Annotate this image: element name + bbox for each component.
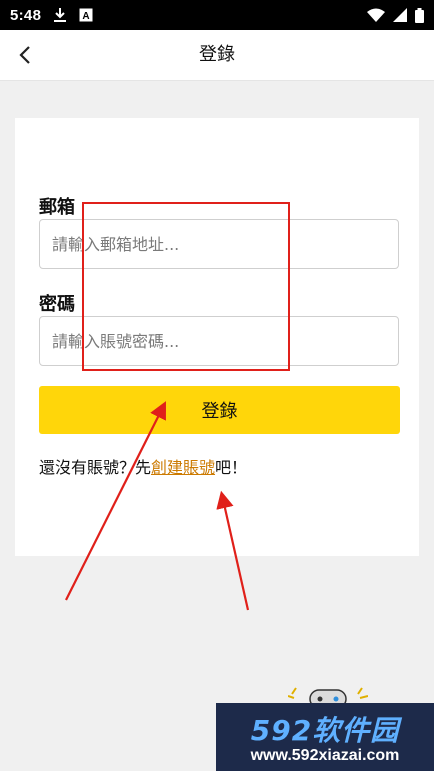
email-label: 郵箱 — [39, 197, 75, 218]
watermark-url: www.592xiazai.com — [250, 747, 400, 764]
download-icon — [54, 8, 67, 22]
chevron-left-icon — [19, 46, 30, 64]
status-bar: 5:48 A — [0, 0, 434, 30]
login-button[interactable]: 登錄 — [39, 386, 400, 434]
status-time: 5:48 — [10, 6, 42, 24]
svg-text:A: A — [83, 11, 90, 22]
register-suffix: 吧！ — [215, 458, 248, 477]
app-bar: 登錄 — [0, 30, 434, 81]
register-prefix: 還沒有賬號？先 — [39, 458, 152, 477]
watermark-title: 592软件园 — [250, 714, 400, 747]
page-title: 登錄 — [199, 44, 235, 65]
password-label: 密碼 — [39, 294, 75, 315]
password-field[interactable] — [39, 316, 399, 366]
register-prompt: 還沒有賬號？先創建賬號吧！ — [39, 454, 247, 478]
wifi-icon — [367, 8, 385, 22]
create-account-link[interactable]: 創建賬號 — [151, 458, 215, 477]
email-field[interactable] — [39, 219, 399, 269]
login-card: 郵箱 密碼 登錄 還沒有賬號？先創建賬號吧！ — [15, 118, 419, 556]
battery-icon — [415, 7, 424, 23]
back-button[interactable] — [10, 40, 40, 70]
a-notification-icon: A — [79, 8, 93, 22]
signal-icon — [393, 8, 407, 22]
watermark-banner: 592软件园 www.592xiazai.com — [216, 703, 434, 771]
